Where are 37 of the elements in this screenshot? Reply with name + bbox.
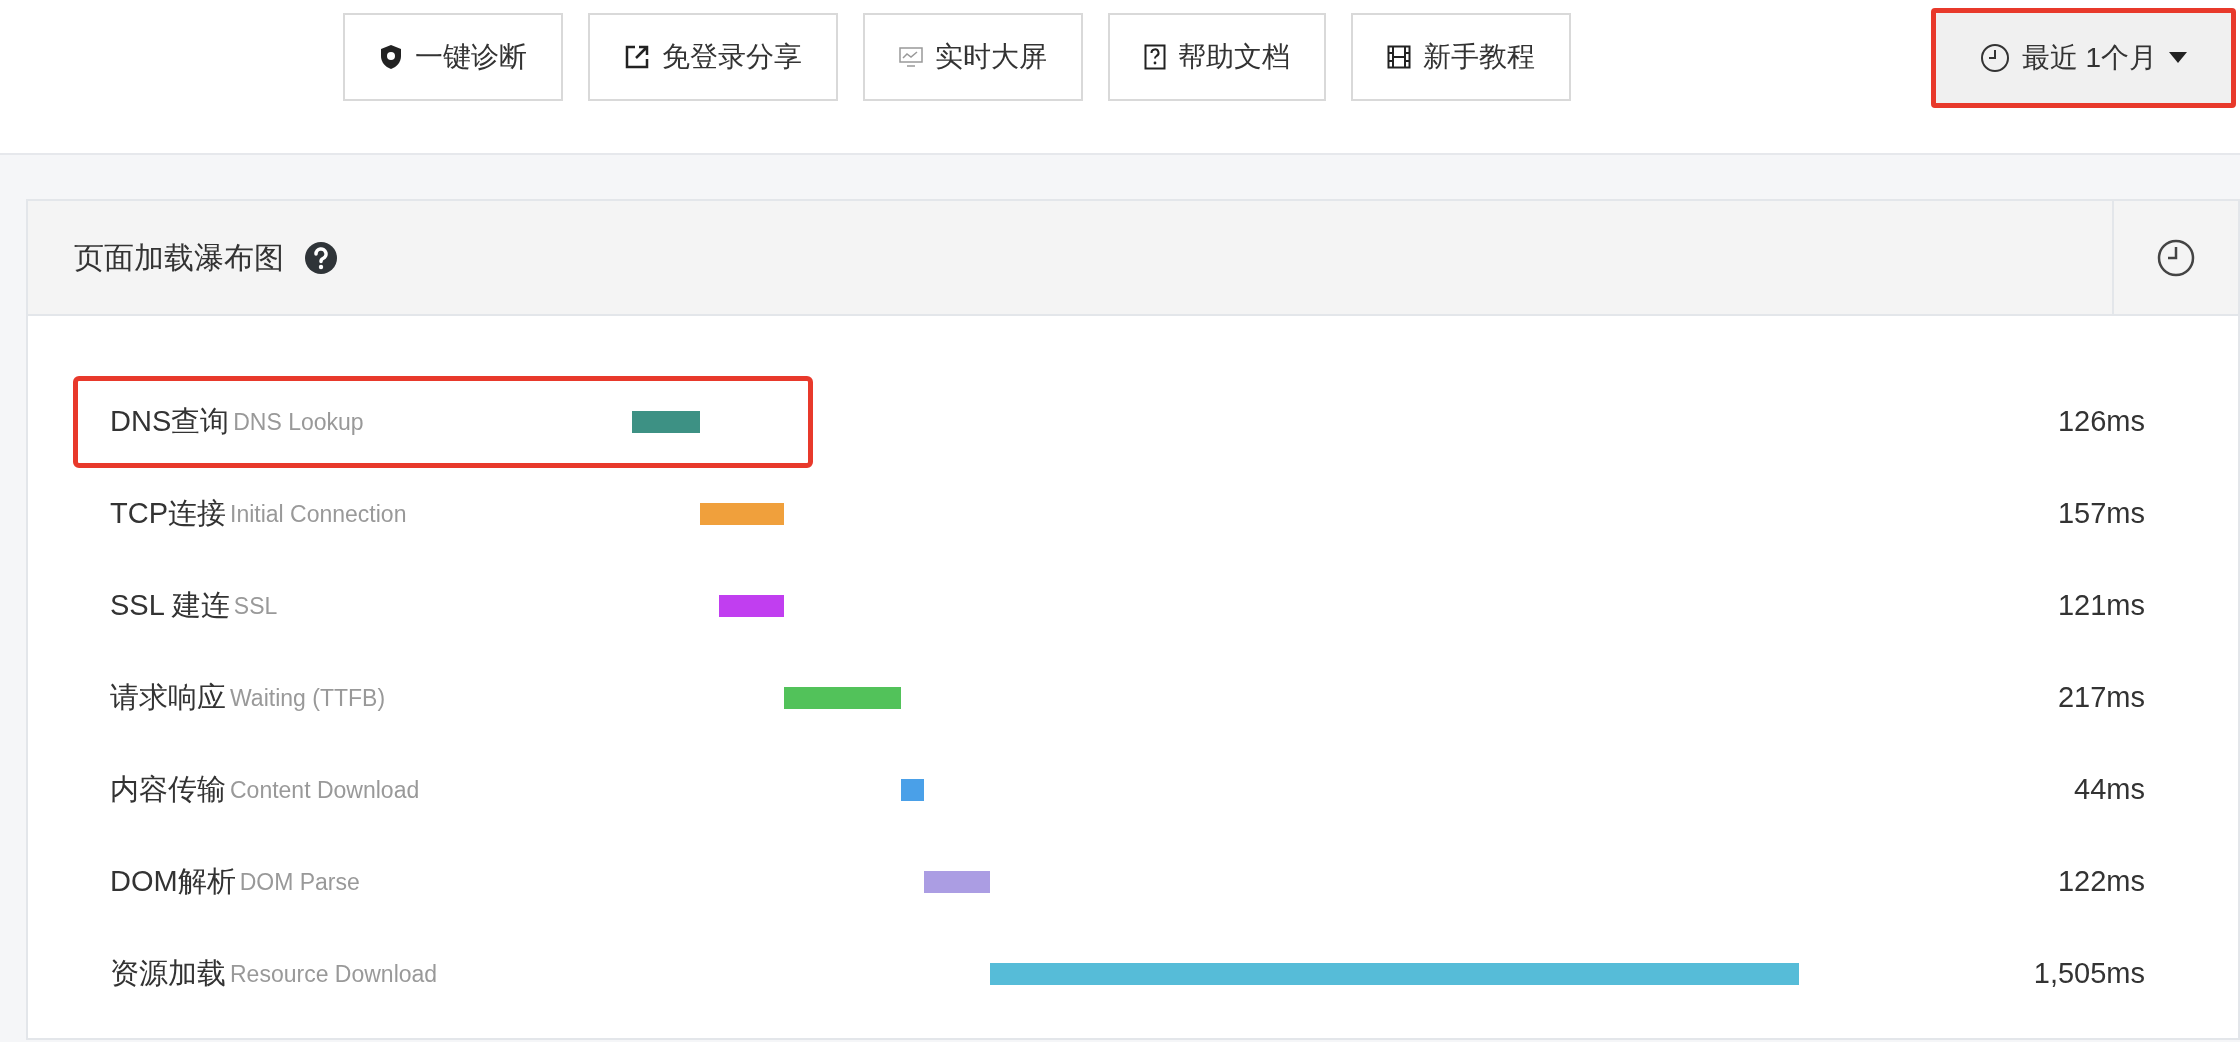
row-sublabel: DOM Parse [239,867,360,897]
clock-icon[interactable] [2156,237,2196,278]
toolbar-button[interactable]: 帮助文档 [1108,13,1326,101]
film-icon [1387,45,1411,69]
help-icon[interactable] [304,240,338,275]
row-sublabel: Resource Download [230,959,438,989]
row-sublabel: SSL [233,591,278,621]
duration-value: 1,505ms [2033,956,2146,992]
toolbar-button[interactable]: 实时大屏 [863,13,1083,101]
row-label: 资源加载 [110,956,226,992]
toolbar-button[interactable]: 一键诊断 [343,13,563,101]
row-sublabel: Waiting (TTFB) [230,683,386,713]
duration-value: 44ms [2074,772,2146,808]
share-icon [624,44,650,70]
row-label: SSL 建连 [110,588,230,624]
row-label: 内容传输 [110,772,226,808]
row-sublabel: Initial Connection [230,499,407,529]
row-sublabel: Content Download [230,775,420,805]
clock-icon [1979,43,2010,73]
row-label: DOM解析 [110,864,236,900]
panel-title: 页面加载瀑布图 [74,240,284,276]
time-range-dropdown[interactable]: 最近 1个月 [1931,8,2236,108]
toolbar-button[interactable]: 免登录分享 [588,13,838,101]
monitor-icon [899,47,923,67]
duration-value: 126ms [2057,404,2146,440]
row-label: 请求响应 [110,680,226,716]
shield-icon [379,44,403,70]
caret-icon [2169,52,2188,64]
help-icon [1144,44,1166,70]
duration-value: 122ms [2057,864,2146,900]
toolbar-button[interactable]: 新手教程 [1351,13,1571,101]
row-sublabel: DNS Lookup [233,407,364,437]
duration-value: 121ms [2057,588,2146,624]
duration-value: 217ms [2057,680,2146,716]
duration-value: 157ms [2057,496,2146,532]
row-label: DNS查询 [110,404,230,440]
row-label: TCP连接 [110,496,226,532]
